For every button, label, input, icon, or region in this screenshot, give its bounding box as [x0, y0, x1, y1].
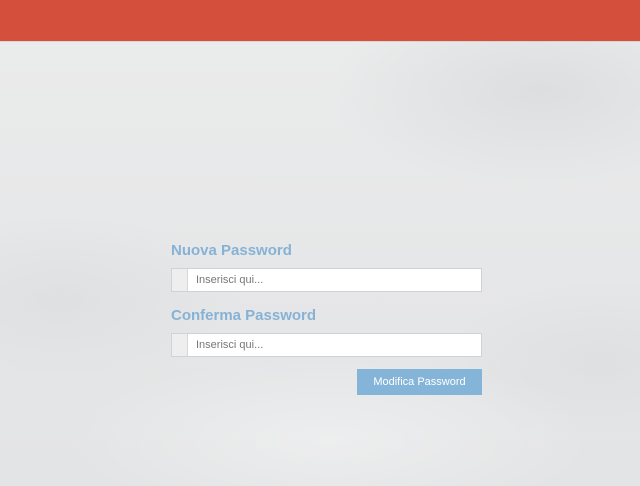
new-password-label: Nuova Password: [171, 242, 292, 259]
confirm-password-input[interactable]: [188, 334, 481, 356]
top-header-bar: [0, 0, 640, 41]
confirm-password-addon: [172, 334, 188, 356]
confirm-password-group: [171, 333, 482, 357]
change-password-button[interactable]: Modifica Password: [357, 369, 482, 395]
new-password-input[interactable]: [188, 269, 481, 291]
form-actions: Modifica Password: [171, 369, 482, 395]
confirm-password-label: Conferma Password: [171, 307, 317, 324]
new-password-group: [171, 268, 482, 292]
confirm-password-section: Conferma Password: [171, 306, 482, 357]
change-password-form: Nuova Password Conferma Password Modific…: [171, 241, 482, 395]
new-password-addon: [172, 269, 188, 291]
